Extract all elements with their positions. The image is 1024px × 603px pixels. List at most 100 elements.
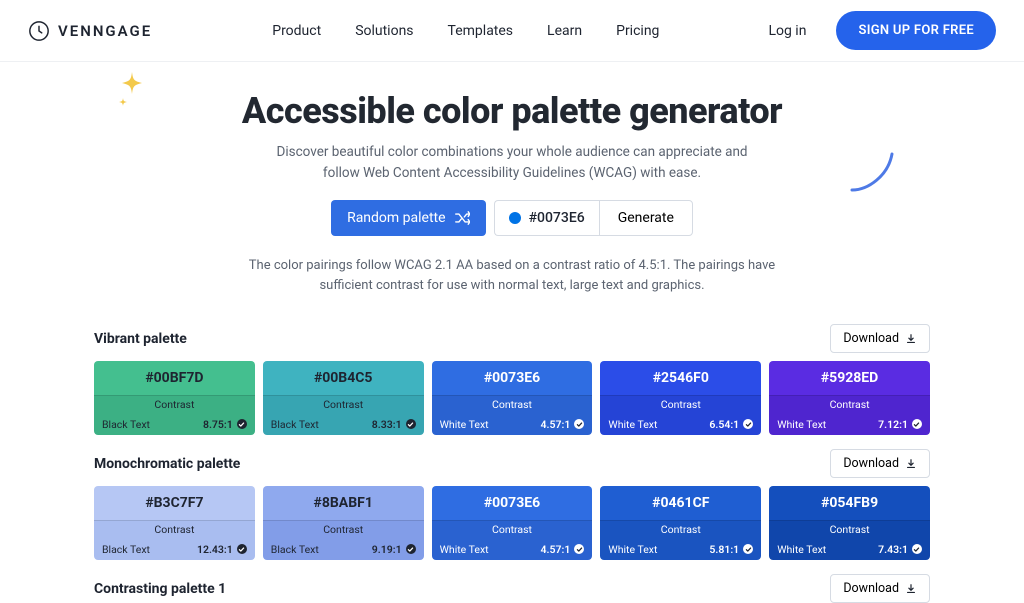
signup-button[interactable]: SIGN UP FOR FREE	[836, 11, 996, 50]
contrast-ratio: 8.33:1	[372, 418, 416, 431]
download-button[interactable]: Download	[830, 324, 930, 353]
main-nav: Product Solutions Templates Learn Pricin…	[272, 23, 659, 39]
color-card[interactable]: #B3C7F7Contrast Black Text 12.43:1	[94, 486, 255, 560]
color-card[interactable]: #2546F0Contrast White Text 6.54:1	[600, 361, 761, 435]
color-card[interactable]: #00BF7DContrast Black Text 8.75:1	[94, 361, 255, 435]
contrast-header: Contrast	[600, 395, 761, 413]
contrast-info: White Text 6.54:1	[600, 413, 761, 435]
text-color-label: Black Text	[102, 418, 150, 431]
nav-solutions[interactable]: Solutions	[355, 23, 413, 39]
login-link[interactable]: Log in	[768, 23, 806, 39]
download-button[interactable]: Download	[830, 574, 930, 603]
download-icon	[905, 333, 917, 345]
check-icon	[912, 544, 922, 554]
check-icon	[912, 419, 922, 429]
palette-title: Monochromatic palette	[94, 456, 240, 472]
hex-input[interactable]: #0073E6	[494, 200, 599, 236]
hex-label: #8BABF1	[263, 486, 424, 520]
contrast-ratio: 4.57:1	[541, 543, 585, 556]
color-card[interactable]: #0461CFContrast White Text 5.81:1	[600, 486, 761, 560]
generator-controls: Random palette #0073E6 Generate	[0, 200, 1024, 236]
hex-label: #5928ED	[769, 361, 930, 395]
text-color-label: White Text	[608, 418, 657, 431]
contrast-info: Black Text 12.43:1	[94, 538, 255, 560]
contrast-header: Contrast	[94, 520, 255, 538]
random-palette-button[interactable]: Random palette	[331, 200, 486, 236]
contrast-ratio: 7.43:1	[878, 543, 922, 556]
contrast-info: Black Text 8.33:1	[263, 413, 424, 435]
nav-learn[interactable]: Learn	[547, 23, 582, 39]
page-title: Accessible color palette generator	[0, 90, 1024, 132]
contrast-header: Contrast	[600, 520, 761, 538]
hex-label: #0073E6	[432, 486, 593, 520]
color-card[interactable]: #8BABF1ContrastBlack Text9.19:1	[263, 486, 424, 560]
check-icon	[406, 419, 416, 429]
generate-button[interactable]: Generate	[599, 200, 693, 236]
contrast-ratio: 12.43:1	[197, 543, 247, 556]
contrast-info: Black Text9.19:1	[263, 538, 424, 560]
nav-product[interactable]: Product	[272, 23, 321, 39]
check-icon	[574, 544, 584, 554]
check-icon	[406, 544, 416, 554]
download-button[interactable]: Download	[830, 449, 930, 478]
check-icon	[743, 544, 753, 554]
color-card[interactable]: #0073E6Contrast White Text 4.57:1	[432, 486, 593, 560]
contrast-header: Contrast	[769, 395, 930, 413]
hex-label: #0461CF	[600, 486, 761, 520]
brand-name: VENNGAGE	[58, 22, 152, 40]
hex-label: #2546F0	[600, 361, 761, 395]
text-color-label: Black Text	[102, 543, 150, 556]
contrast-info: White Text 5.81:1	[600, 538, 761, 560]
text-color-label: Black Text	[271, 418, 319, 431]
contrast-info: White Text 4.57:1	[432, 538, 593, 560]
contrast-header: Contrast	[263, 395, 424, 413]
text-color-label: White Text	[608, 543, 657, 556]
wcag-note: The color pairings follow WCAG 2.1 AA ba…	[0, 256, 1024, 296]
text-color-label: White Text	[440, 543, 489, 556]
check-icon	[237, 544, 247, 554]
color-swatch-preview	[509, 212, 521, 224]
check-icon	[743, 419, 753, 429]
contrast-ratio: 5.81:1	[709, 543, 753, 556]
hex-label: #00BF7D	[94, 361, 255, 395]
color-card[interactable]: #5928EDContrast White Text 7.12:1	[769, 361, 930, 435]
contrast-header: Contrast	[94, 395, 255, 413]
palette-row: #B3C7F7ContrastBlack Text12.43:1 #8BABF1…	[94, 486, 930, 560]
download-icon	[905, 458, 917, 470]
palette-title: Contrasting palette 1	[94, 581, 226, 597]
contrast-header: Contrast	[263, 520, 424, 538]
hex-value: #0073E6	[529, 210, 585, 226]
contrast-ratio: 4.57:1	[541, 418, 585, 431]
contrast-header: Contrast	[432, 395, 593, 413]
hex-label: #054FB9	[769, 486, 930, 520]
contrast-ratio: 9.19:1	[372, 543, 416, 556]
check-icon	[574, 419, 584, 429]
brand-logo[interactable]: VENNGAGE	[28, 20, 152, 42]
contrast-header: Contrast	[432, 520, 593, 538]
nav-templates[interactable]: Templates	[448, 23, 514, 39]
contrast-ratio: 6.54:1	[709, 418, 753, 431]
shuffle-icon	[454, 211, 470, 225]
text-color-label: White Text	[777, 418, 826, 431]
color-card[interactable]: #00B4C5Contrast Black Text 8.33:1	[263, 361, 424, 435]
hex-label: #0073E6	[432, 361, 593, 395]
text-color-label: White Text	[777, 543, 826, 556]
download-icon	[905, 583, 917, 595]
contrast-ratio: 7.12:1	[878, 418, 922, 431]
palette-row: #00BF7DContrastBlack Text8.75:1 #00B4C5C…	[94, 361, 930, 435]
contrast-info: White Text 7.43:1	[769, 538, 930, 560]
palette-title: Vibrant palette	[94, 331, 187, 347]
contrast-ratio: 8.75:1	[203, 418, 247, 431]
nav-pricing[interactable]: Pricing	[616, 23, 659, 39]
contrast-info: White Text4.57:1	[432, 413, 593, 435]
contrast-info: White Text 7.12:1	[769, 413, 930, 435]
clock-icon	[28, 20, 50, 42]
sparkle-icon	[116, 70, 148, 108]
color-card[interactable]: #0073E6ContrastWhite Text4.57:1	[432, 361, 593, 435]
check-icon	[237, 419, 247, 429]
contrast-info: Black Text 8.75:1	[94, 413, 255, 435]
brush-stroke-decoration	[848, 148, 896, 194]
hex-label: #B3C7F7	[94, 486, 255, 520]
color-card[interactable]: #054FB9ContrastWhite Text7.43:1	[769, 486, 930, 560]
hex-label: #00B4C5	[263, 361, 424, 395]
